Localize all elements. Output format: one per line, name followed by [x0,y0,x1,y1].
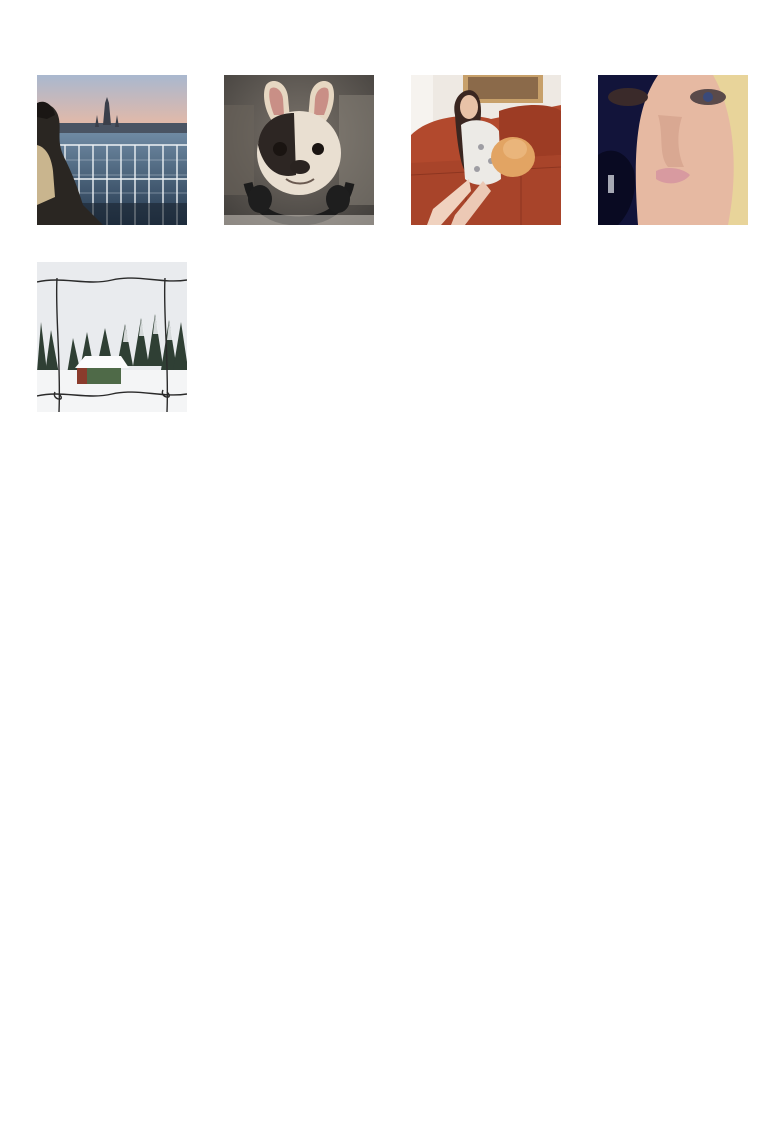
photo-woman-sofa-image [411,75,561,225]
page [0,0,759,1122]
photo-thumbnail-balcony-river[interactable] [37,75,187,225]
photo-thumbnail-snowy-cabin[interactable] [37,262,187,412]
photo-snowy-cabin-image [37,262,187,412]
photo-thumbnail-woman-sofa[interactable] [411,75,561,225]
photo-french-bulldog-image [224,75,374,225]
photo-balcony-river-image [37,75,187,225]
photo-thumbnail-french-bulldog[interactable] [224,75,374,225]
photo-thumbnail-face-closeup[interactable] [598,75,748,225]
photo-face-closeup-image [598,75,748,225]
